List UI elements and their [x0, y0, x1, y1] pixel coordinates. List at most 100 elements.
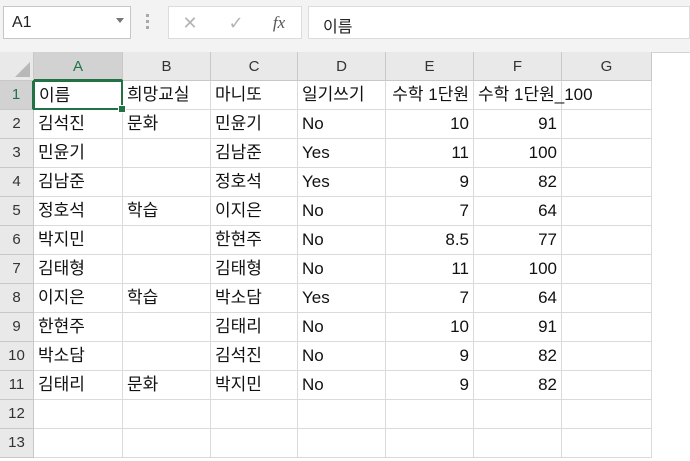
- cell-g9[interactable]: [562, 313, 652, 342]
- cell-b5[interactable]: 학습: [123, 197, 211, 226]
- row-header-9[interactable]: 9: [0, 313, 34, 342]
- cell-d11[interactable]: No: [298, 371, 386, 400]
- cell-a2[interactable]: 김석진: [34, 110, 123, 139]
- cell-e11[interactable]: 9: [386, 371, 474, 400]
- cell-c11[interactable]: 박지민: [211, 371, 298, 400]
- cell-e3[interactable]: 11: [386, 139, 474, 168]
- formula-bar-grip-icon[interactable]: [146, 14, 149, 30]
- cell-d10[interactable]: No: [298, 342, 386, 371]
- cell-c2[interactable]: 민윤기: [211, 110, 298, 139]
- row-header-11[interactable]: 11: [0, 371, 34, 400]
- cell-b9[interactable]: [123, 313, 211, 342]
- cell-a5[interactable]: 정호석: [34, 197, 123, 226]
- cell-c9[interactable]: 김태리: [211, 313, 298, 342]
- cell-b7[interactable]: [123, 255, 211, 284]
- row-header-1[interactable]: 1: [0, 81, 34, 110]
- cell-d8[interactable]: Yes: [298, 284, 386, 313]
- cell-g10[interactable]: [562, 342, 652, 371]
- column-header-c[interactable]: C: [211, 52, 298, 81]
- cell-a4[interactable]: 김남준: [34, 168, 123, 197]
- cell-d3[interactable]: Yes: [298, 139, 386, 168]
- enter-icon[interactable]: ✓: [224, 12, 248, 34]
- cell-g12[interactable]: [562, 400, 652, 429]
- row-header-6[interactable]: 6: [0, 226, 34, 255]
- cell-a11[interactable]: 김태리: [34, 371, 123, 400]
- cell-a1[interactable]: 이름: [33, 80, 123, 110]
- cell-f4[interactable]: 82: [474, 168, 562, 197]
- cell-e9[interactable]: 10: [386, 313, 474, 342]
- cell-f3[interactable]: 100: [474, 139, 562, 168]
- cell-d2[interactable]: No: [298, 110, 386, 139]
- cell-a8[interactable]: 이지은: [34, 284, 123, 313]
- cell-f10[interactable]: 82: [474, 342, 562, 371]
- cell-b13[interactable]: [123, 429, 211, 458]
- cell-g3[interactable]: [562, 139, 652, 168]
- cell-d1[interactable]: 일기쓰기: [298, 81, 386, 110]
- cell-e12[interactable]: [386, 400, 474, 429]
- cell-e7[interactable]: 11: [386, 255, 474, 284]
- cancel-icon[interactable]: ✕: [178, 12, 202, 34]
- cell-f2[interactable]: 91: [474, 110, 562, 139]
- cell-c8[interactable]: 박소담: [211, 284, 298, 313]
- cell-c12[interactable]: [211, 400, 298, 429]
- cell-c1[interactable]: 마니또: [211, 81, 298, 110]
- cell-g8[interactable]: [562, 284, 652, 313]
- cell-c10[interactable]: 김석진: [211, 342, 298, 371]
- row-header-12[interactable]: 12: [0, 400, 34, 429]
- row-header-3[interactable]: 3: [0, 139, 34, 168]
- cell-g7[interactable]: [562, 255, 652, 284]
- cell-c3[interactable]: 김남준: [211, 139, 298, 168]
- cell-f12[interactable]: [474, 400, 562, 429]
- select-all-button[interactable]: [0, 52, 34, 81]
- cell-g2[interactable]: [562, 110, 652, 139]
- row-header-10[interactable]: 10: [0, 342, 34, 371]
- cell-c5[interactable]: 이지은: [211, 197, 298, 226]
- column-header-e[interactable]: E: [386, 52, 474, 81]
- cell-e6[interactable]: 8.5: [386, 226, 474, 255]
- cell-f8[interactable]: 64: [474, 284, 562, 313]
- cell-b12[interactable]: [123, 400, 211, 429]
- cell-g5[interactable]: [562, 197, 652, 226]
- name-box[interactable]: A1: [3, 6, 131, 39]
- cell-d6[interactable]: No: [298, 226, 386, 255]
- cell-a10[interactable]: 박소담: [34, 342, 123, 371]
- cell-g13[interactable]: [562, 429, 652, 458]
- cell-f7[interactable]: 100: [474, 255, 562, 284]
- cell-c6[interactable]: 한현주: [211, 226, 298, 255]
- cell-a7[interactable]: 김태형: [34, 255, 123, 284]
- column-header-d[interactable]: D: [298, 52, 386, 81]
- cell-f6[interactable]: 77: [474, 226, 562, 255]
- cell-d12[interactable]: [298, 400, 386, 429]
- row-header-13[interactable]: 13: [0, 429, 34, 458]
- cell-f9[interactable]: 91: [474, 313, 562, 342]
- cell-c7[interactable]: 김태형: [211, 255, 298, 284]
- cell-a9[interactable]: 한현주: [34, 313, 123, 342]
- dropdown-arrow-icon[interactable]: [116, 18, 124, 23]
- row-header-5[interactable]: 5: [0, 197, 34, 226]
- row-header-4[interactable]: 4: [0, 168, 34, 197]
- cell-e8[interactable]: 7: [386, 284, 474, 313]
- cell-b11[interactable]: 문화: [123, 371, 211, 400]
- cell-d9[interactable]: No: [298, 313, 386, 342]
- row-header-2[interactable]: 2: [0, 110, 34, 139]
- cell-g11[interactable]: [562, 371, 652, 400]
- cell-b4[interactable]: [123, 168, 211, 197]
- cell-b3[interactable]: [123, 139, 211, 168]
- cell-b1[interactable]: 희망교실: [123, 81, 211, 110]
- row-header-7[interactable]: 7: [0, 255, 34, 284]
- column-header-b[interactable]: B: [123, 52, 211, 81]
- cell-g1[interactable]: [562, 81, 652, 110]
- cell-e5[interactable]: 7: [386, 197, 474, 226]
- cell-g4[interactable]: [562, 168, 652, 197]
- cell-a12[interactable]: [34, 400, 123, 429]
- cell-c4[interactable]: 정호석: [211, 168, 298, 197]
- cell-b6[interactable]: [123, 226, 211, 255]
- cell-f5[interactable]: 64: [474, 197, 562, 226]
- cell-d4[interactable]: Yes: [298, 168, 386, 197]
- cell-e1[interactable]: 수학 1단원: [386, 81, 474, 110]
- formula-input[interactable]: 이름: [308, 6, 690, 39]
- cell-a3[interactable]: 민윤기: [34, 139, 123, 168]
- cell-b2[interactable]: 문화: [123, 110, 211, 139]
- cell-a6[interactable]: 박지민: [34, 226, 123, 255]
- cell-d7[interactable]: No: [298, 255, 386, 284]
